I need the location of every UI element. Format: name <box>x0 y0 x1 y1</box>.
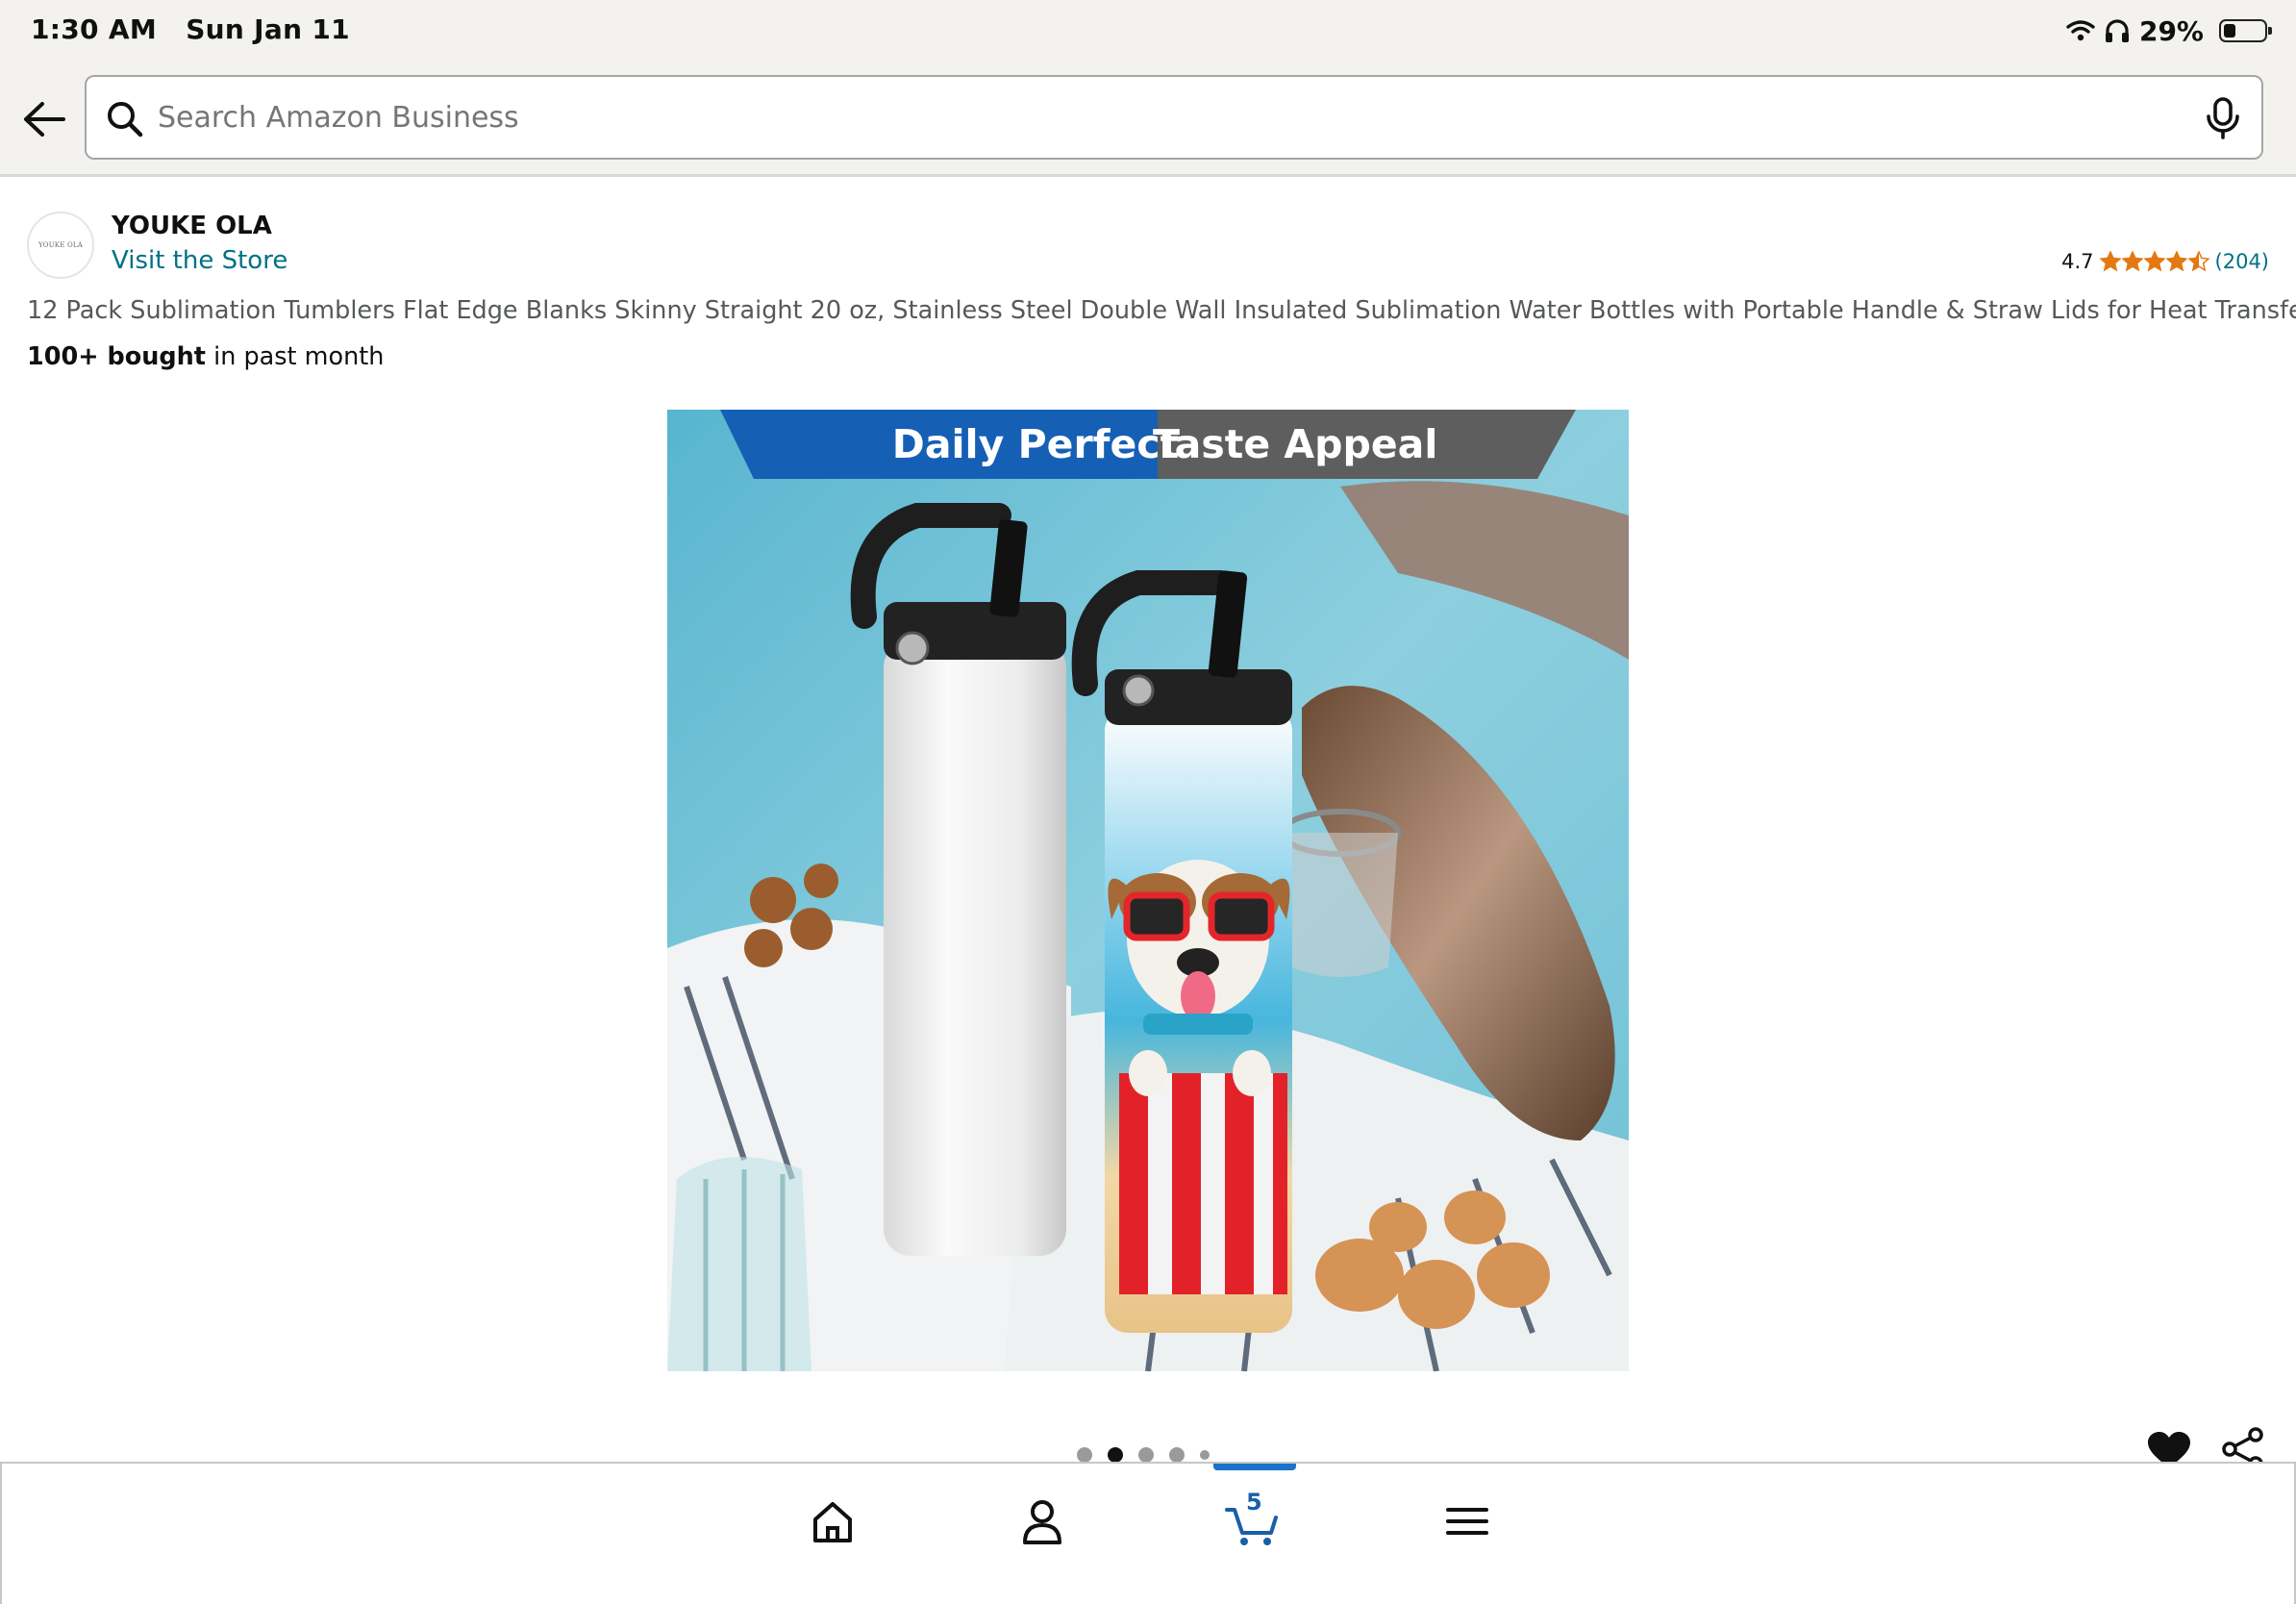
cart-count-badge: 5 <box>1246 1489 1262 1516</box>
menu-icon[interactable] <box>1438 1492 1496 1550</box>
carousel-dot[interactable] <box>1200 1450 1210 1460</box>
carousel-dot[interactable] <box>1169 1447 1185 1463</box>
headphones-icon <box>2105 19 2129 42</box>
store-logo-text: YOUKE OLA <box>37 241 84 249</box>
status-date: Sun Jan 11 <box>186 13 350 45</box>
right-bottle <box>1071 570 1292 1333</box>
bought-in-past-month: 100+ bought in past month <box>27 342 384 371</box>
rating-value: 4.7 <box>2061 250 2094 273</box>
carousel-dot[interactable] <box>1108 1447 1123 1463</box>
back-arrow-icon <box>24 102 65 137</box>
product-title: 12 Pack Sublimation Tumblers Flat Edge B… <box>27 296 2296 325</box>
search-icon <box>108 102 143 138</box>
visit-store-link[interactable]: Visit the Store <box>112 246 287 275</box>
star-full-icon <box>2165 251 2187 272</box>
bottom-navigation <box>0 1462 2296 1604</box>
search-input[interactable] <box>158 77 2177 158</box>
star-full-icon <box>2099 251 2121 272</box>
search-header <box>0 62 2296 177</box>
store-logo[interactable]: YOUKE OLA <box>27 212 94 279</box>
carousel-dot[interactable] <box>1077 1447 1092 1463</box>
rating-count[interactable]: (204) <box>2215 250 2269 273</box>
star-full-icon <box>2121 251 2143 272</box>
product-photo: Daily Perfect Taste Appeal <box>667 410 1629 1371</box>
back-button[interactable] <box>15 90 73 148</box>
star-full-icon <box>2143 251 2165 272</box>
banner-left-text: Daily Perfect <box>892 421 1179 467</box>
status-bar: 1:30 AM Sun Jan 11 29% <box>0 0 2296 62</box>
rating-summary[interactable]: 4.7 (204) <box>2061 250 2269 273</box>
status-clock: 1:30 AM <box>31 13 158 45</box>
battery-icon <box>2219 19 2272 42</box>
image-carousel-dots[interactable] <box>1077 1447 1210 1463</box>
left-bottle <box>850 503 1066 1256</box>
microphone-icon[interactable] <box>2202 96 2244 140</box>
battery-percent: 29% <box>2138 14 2204 47</box>
carousel-dot[interactable] <box>1138 1447 1154 1463</box>
bought-suffix: in past month <box>206 342 385 371</box>
product-image[interactable]: Daily Perfect Taste Appeal <box>667 410 1629 1371</box>
search-bar[interactable] <box>85 75 2263 160</box>
star-half-icon <box>2187 251 2209 272</box>
active-tab-indicator <box>1213 1464 1296 1470</box>
home-icon[interactable] <box>804 1492 861 1550</box>
bought-count: 100+ bought <box>27 342 206 371</box>
wifi-icon <box>2066 20 2095 41</box>
status-indicators: 29% <box>2066 13 2272 48</box>
star-rating <box>2099 251 2209 272</box>
account-icon[interactable] <box>1013 1492 1071 1550</box>
banner-right-text: Taste Appeal <box>1153 421 1437 467</box>
store-name: YOUKE OLA <box>112 212 272 240</box>
status-time: 1:30 AM Sun Jan 11 <box>31 13 350 45</box>
